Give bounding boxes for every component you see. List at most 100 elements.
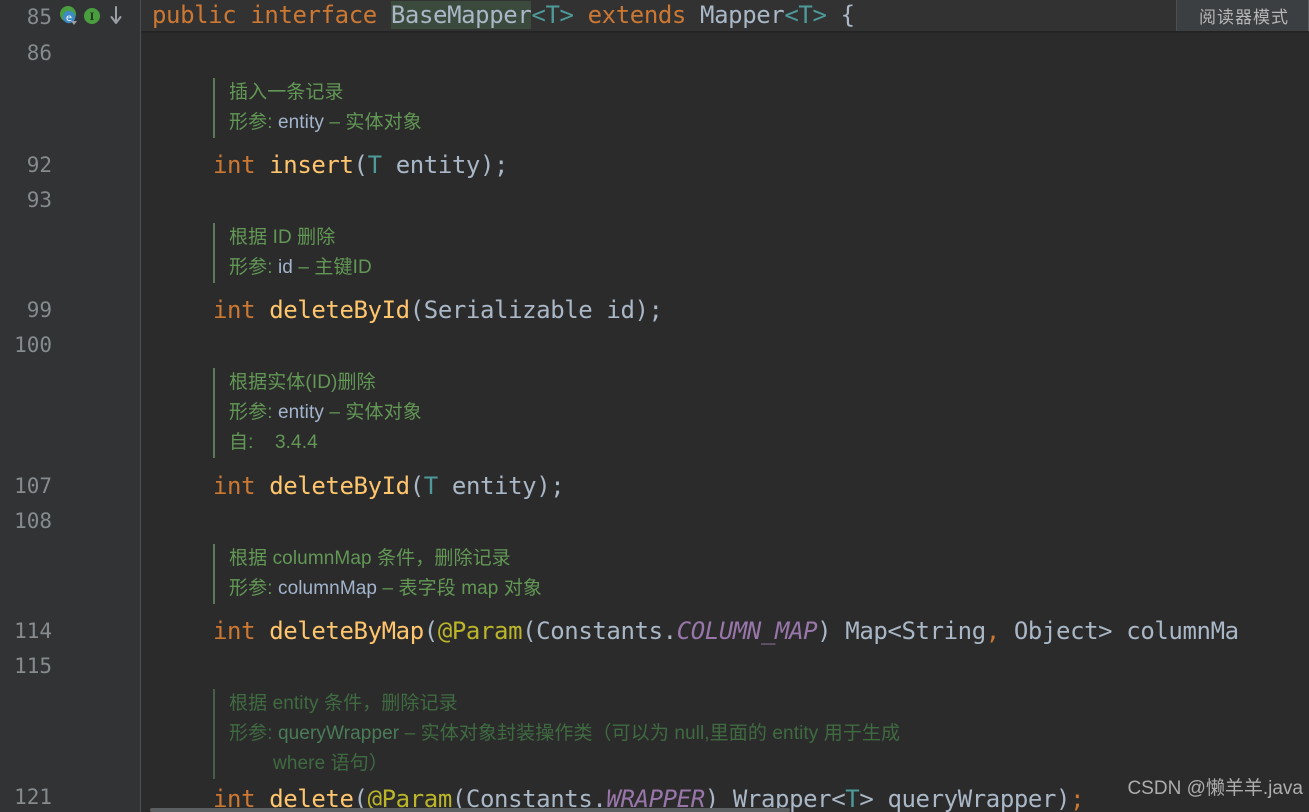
javadoc-line: 形参: entity – 实体对象 (229, 398, 422, 428)
code-token: int (213, 472, 256, 500)
gutter-line-85[interactable]: 85 e I (0, 0, 140, 35)
code-token: { (826, 1, 855, 29)
javadoc-text: – 主键ID (292, 257, 372, 278)
javadoc-text: – 实体对象封装操作类（可以为 null,里面的 entity 用于生成 (399, 723, 901, 744)
gutter-line-107[interactable]: 107 (0, 469, 140, 504)
gutter-line-86[interactable]: 86 (0, 36, 140, 71)
gutter-line-108[interactable]: 108 (0, 504, 140, 539)
code-token: deleteByMap (269, 617, 424, 645)
line-number: 114 (14, 619, 52, 643)
javadoc-text: 形参: (229, 112, 278, 133)
code-token: T (423, 472, 438, 500)
code-token: insert (269, 151, 354, 179)
line-number: 108 (14, 509, 52, 533)
gutter-line-121[interactable]: 121 (0, 780, 140, 812)
javadoc-text: 形参: (229, 402, 278, 423)
code-token: COLUMN_MAP (676, 617, 818, 645)
code-token: (Serializable id); (409, 296, 663, 324)
code-token: ( (409, 472, 424, 500)
code-token: entity); (437, 472, 565, 500)
javadoc-line: 形参: queryWrapper – 实体对象封装操作类（可以为 null,里面… (229, 719, 900, 749)
gutter-icon-group[interactable]: eI (58, 5, 128, 31)
javadoc-text: id (277, 257, 293, 278)
line-85-declaration[interactable]: public interface BaseMapper<T> extends M… (152, 0, 855, 33)
javadoc-line: 根据 ID 删除 (229, 223, 372, 253)
code-token: int (213, 617, 256, 645)
horizontal-scrollbar-thumb[interactable] (150, 808, 790, 812)
implemented-interface-icon[interactable]: e (58, 5, 80, 31)
javadoc-line: 根据实体(ID)删除 (229, 368, 422, 398)
javadoc-text: 形参: (229, 723, 278, 744)
line-number: 100 (14, 333, 52, 357)
line-number: 86 (26, 41, 52, 65)
javadoc-text: entity (277, 112, 324, 133)
svg-text:e: e (66, 13, 72, 24)
code-token: , (985, 617, 1000, 645)
line-number: 99 (26, 298, 52, 322)
line-107-deletebyid-entity[interactable]: int deleteById(T entity); (213, 469, 565, 504)
code-token: < (784, 1, 799, 29)
javadoc-line: where 语句） (229, 749, 900, 779)
line-92-insert[interactable]: int insert(T entity); (213, 148, 508, 183)
line-number: 121 (14, 785, 52, 809)
code-token: Object> columnMa (999, 617, 1239, 645)
javadoc-text: – 实体对象 (323, 402, 422, 423)
javadoc-text: 3.4.4 (275, 432, 318, 453)
doc-delete-by-id: 根据 ID 删除 形参: id – 主键ID (213, 223, 372, 283)
javadoc-line: 形参: columnMap – 表字段 map 对象 (229, 574, 542, 604)
code-token: int (213, 151, 256, 179)
gutter-line-114[interactable]: 114 (0, 614, 140, 649)
code-token: T (545, 1, 560, 29)
javadoc-text: – 表字段 map 对象 (377, 578, 543, 599)
doc-delete-by-map: 根据 columnMap 条件，删除记录 形参: columnMap – 表字段 … (213, 544, 542, 604)
gutter-line-115[interactable]: 115 (0, 649, 140, 684)
interface-icon[interactable]: I (82, 5, 104, 31)
ide-editor-window: 85 e I 86 92 93 99 100 107 108 114 115 121 public in… (0, 0, 1309, 812)
code-token: deleteById (269, 472, 410, 500)
javadoc-text: – 实体对象 (323, 112, 422, 133)
code-token: @Param (437, 617, 523, 645)
editor-gutter[interactable]: 85 e I 86 92 93 99 100 107 108 114 115 121 (0, 0, 140, 812)
javadoc-text: where 语句） (273, 753, 388, 774)
javadoc-line: 自: 3.4.4 (229, 428, 422, 458)
gutter-line-93[interactable]: 93 (0, 183, 140, 218)
javadoc-text: 根据实体(ID)删除 (229, 372, 376, 393)
code-token: Mapper (700, 1, 785, 29)
javadoc-line: 形参: id – 主键ID (229, 253, 372, 283)
gutter-line-92[interactable]: 92 (0, 148, 140, 183)
line-99-deletebyid-serializable[interactable]: int deleteById(Serializable id); (213, 293, 663, 328)
code-token: ( (423, 617, 438, 645)
code-token: ) Map<String (817, 617, 986, 645)
javadoc-text: 根据 ID 删除 (229, 227, 336, 248)
gutter-line-100[interactable]: 100 (0, 328, 140, 363)
javadoc-text: 形参: (229, 257, 278, 278)
code-token: public (152, 1, 237, 29)
csdn-watermark: CSDN @懒羊羊.java (1127, 778, 1303, 799)
code-editor-area[interactable]: public interface BaseMapper<T> extends M… (141, 0, 1309, 812)
reader-mode-label: 阅读器模式 (1199, 8, 1289, 27)
line-114-deletebymap[interactable]: int deleteByMap(@Param(Constants.COLUMN_… (213, 614, 1239, 649)
code-token: T (798, 1, 813, 29)
code-token: > (559, 1, 574, 29)
javadoc-line: 根据 columnMap 条件，删除记录 (229, 544, 542, 574)
reader-mode-tab[interactable]: 阅读器模式 (1176, 0, 1309, 31)
gutter-divider (140, 0, 141, 812)
code-token: < (531, 1, 546, 29)
code-token: int (213, 296, 256, 324)
javadoc-line: 形参: entity – 实体对象 (229, 108, 422, 138)
line-number: 115 (14, 654, 52, 678)
doc-delete-wrapper: 根据 entity 条件，删除记录 形参: queryWrapper – 实体对象… (213, 689, 900, 779)
line-number: 107 (14, 474, 52, 498)
javadoc-text: columnMap (277, 578, 378, 599)
javadoc-text: entity (277, 402, 324, 423)
line-number: 85 (26, 5, 52, 29)
down-arrow-icon[interactable] (106, 5, 128, 31)
gutter-line-99[interactable]: 99 (0, 293, 140, 328)
javadoc-line: 插入一条记录 (229, 78, 422, 108)
